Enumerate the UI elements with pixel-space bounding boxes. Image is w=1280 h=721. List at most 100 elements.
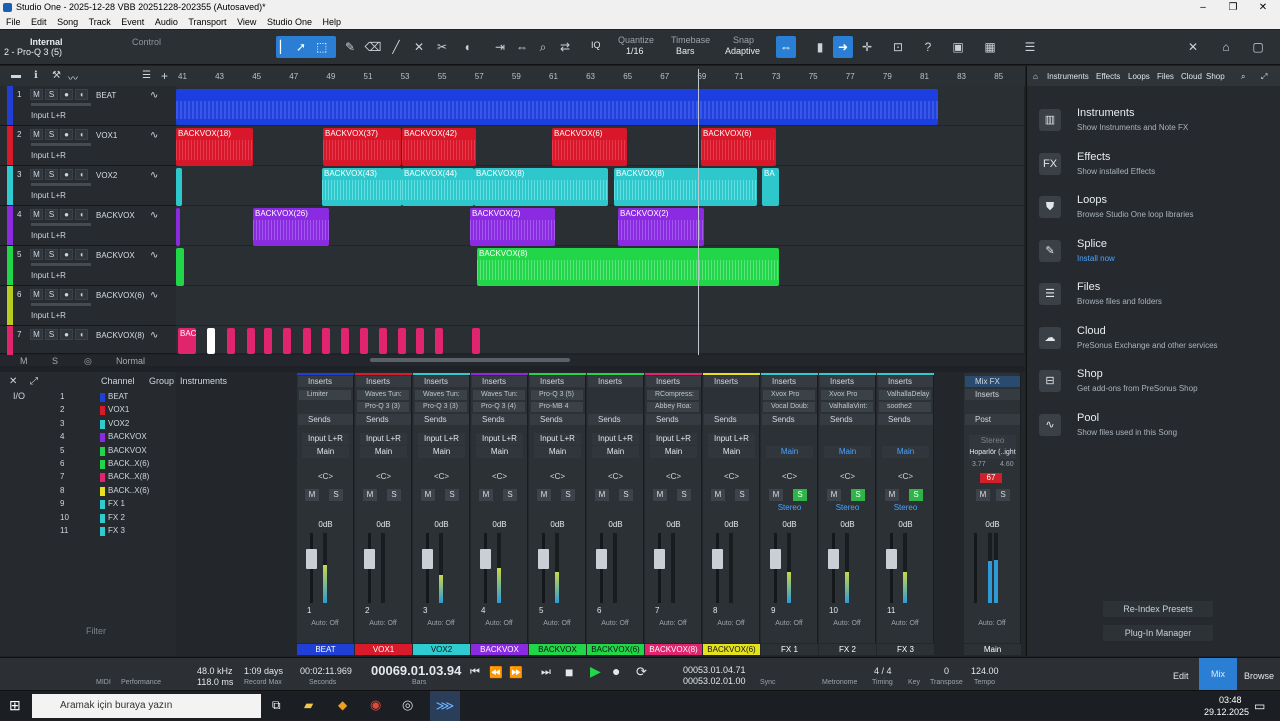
mute-button[interactable]: M	[653, 489, 667, 501]
menu-view[interactable]: View	[237, 17, 256, 27]
mute-button[interactable]: M	[30, 129, 43, 140]
pencil-tool-icon[interactable]: ✎	[340, 36, 360, 58]
solo-button[interactable]: S	[387, 489, 401, 501]
footer-s[interactable]: S	[52, 356, 58, 366]
clip[interactable]: BACKVOX(26)	[253, 208, 329, 246]
solo-button[interactable]: S	[45, 89, 58, 100]
mute-button[interactable]: M	[421, 489, 435, 501]
mute-button[interactable]: M	[30, 249, 43, 260]
clip[interactable]	[176, 168, 182, 206]
forward-icon[interactable]: ⏩	[509, 666, 523, 679]
tab-cloud[interactable]: Cloud	[1181, 72, 1202, 81]
solo-button[interactable]: S	[45, 289, 58, 300]
inserts-header[interactable]: Inserts	[472, 376, 527, 387]
track-volume-fader[interactable]	[31, 183, 91, 186]
insert-plugin[interactable]: Waves Tun:	[357, 390, 409, 400]
main-fader-track[interactable]	[974, 533, 977, 603]
insert-plugin[interactable]: Vocal Doub:	[763, 402, 815, 412]
paint-tool-icon[interactable]: ╱	[386, 36, 406, 58]
horizontal-scrollbar[interactable]	[370, 358, 570, 362]
footer-m[interactable]: M	[20, 356, 28, 366]
solo-button[interactable]: S	[503, 489, 517, 501]
sync-control[interactable]: Control	[132, 37, 161, 47]
close-mixer-icon[interactable]: ✕	[9, 376, 17, 387]
track-name[interactable]: BACKVOX(6)	[96, 291, 144, 300]
loop-icon[interactable]: ⟳	[636, 664, 647, 680]
track-volume-fader[interactable]	[31, 223, 91, 226]
strip-label[interactable]: BACKVOX(8)	[645, 644, 702, 655]
track-name[interactable]: BEAT	[96, 91, 116, 100]
track-header[interactable]: 1 M S ● ◖ BEAT ∿ Input L+R	[0, 86, 176, 126]
volume-db[interactable]: 0dB	[819, 520, 876, 529]
main-output-device[interactable]: Hoparlör (..ight	[969, 447, 1016, 459]
menu-song[interactable]: Song	[57, 17, 78, 27]
solo-button[interactable]: S	[45, 169, 58, 180]
mute-tool-icon[interactable]: ✕	[409, 36, 429, 58]
inserts-header[interactable]: Inserts	[820, 376, 875, 387]
clip[interactable]: BACKVOX(43)	[322, 168, 402, 206]
wrench-icon[interactable]: ⚒	[52, 70, 61, 81]
track-header[interactable]: 7 M S ● ◖ BACKVOX(8) ∿	[0, 326, 176, 365]
output-select[interactable]: Main	[418, 446, 465, 458]
channel-name[interactable]: VOX1	[108, 405, 129, 414]
clip[interactable]	[176, 248, 184, 286]
sends-header[interactable]: Sends	[356, 414, 411, 425]
snap-value[interactable]: Adaptive	[725, 46, 760, 56]
monitor-icon[interactable]: ◖	[75, 129, 88, 140]
strip-label[interactable]: BACKVOX(6)	[703, 644, 760, 655]
stereo-mode[interactable]: Stereo	[883, 503, 928, 514]
main-stereo[interactable]: Stereo	[969, 435, 1016, 447]
clip[interactable]: BACKVOX(18)	[176, 128, 253, 166]
clip[interactable]: BACKVOX(37)	[323, 128, 401, 166]
pan-control[interactable]: <C>	[825, 472, 870, 483]
clip[interactable]: BACKVOX(6)	[701, 128, 776, 166]
focus-plugin[interactable]: 2 - Pro-Q 3 (5)	[4, 47, 62, 57]
audio-bend-icon[interactable]: ⇄	[555, 36, 575, 58]
volume-db[interactable]: 0dB	[471, 520, 528, 529]
browser-expand-icon[interactable]: ⤢	[1261, 72, 1267, 82]
strip-label[interactable]: BACKVOX	[529, 644, 586, 655]
range-tool-icon[interactable]: ⬚	[316, 36, 327, 58]
quantize-value[interactable]: 1/16	[626, 46, 644, 56]
automation-mode[interactable]: Auto: Off	[419, 620, 463, 627]
windows-start-icon[interactable]: ⊞	[9, 697, 21, 714]
insert-plugin[interactable]: Abbey Roa:	[647, 402, 699, 412]
output-select[interactable]: Main	[650, 446, 697, 458]
record-arm-icon[interactable]: ●	[60, 329, 73, 340]
monitor-icon[interactable]: ◖	[75, 209, 88, 220]
strip-label[interactable]: FX 1	[761, 644, 818, 655]
tab-loops[interactable]: Loops	[1128, 72, 1150, 81]
record-arm-icon[interactable]: ●	[60, 209, 73, 220]
mute-button[interactable]: M	[885, 489, 899, 501]
track-name[interactable]: BACKVOX(8)	[96, 331, 144, 340]
minimize-icon[interactable]: –	[1188, 0, 1218, 15]
input-select[interactable]: Input L+R	[592, 433, 639, 445]
stereo-mode[interactable]: Stereo	[825, 503, 870, 514]
browser-item-instruments[interactable]: ▥ Instruments Show Instruments and Note FX	[1039, 106, 1269, 146]
key-label[interactable]: Key	[908, 679, 920, 686]
stereo-mode[interactable]: Stereo	[767, 503, 812, 514]
record-arm-icon[interactable]: ●	[60, 89, 73, 100]
taskbar-search[interactable]: Aramak için buraya yazın	[32, 694, 261, 718]
plugin-manager-button[interactable]: Plug-In Manager	[1103, 625, 1213, 641]
input-select[interactable]: Input L+R	[476, 433, 523, 445]
mute-button[interactable]: M	[30, 209, 43, 220]
volume-db[interactable]: 0dB	[877, 520, 934, 529]
insert-plugin[interactable]: Xvox Pro	[821, 390, 873, 400]
clip[interactable]	[435, 328, 443, 354]
grid-view-icon[interactable]: ▦	[980, 36, 1000, 58]
window-icon[interactable]: ▢	[1248, 36, 1268, 58]
clip[interactable]: BACKVOX(8)	[614, 168, 757, 206]
inspector-icon[interactable]: ℹ	[34, 70, 38, 81]
volume-fader-cap[interactable]	[712, 549, 723, 569]
automation-mode[interactable]: Auto: Off	[709, 620, 753, 627]
app-icon[interactable]: ◆	[338, 698, 347, 712]
browse-view-button[interactable]: Browse	[1244, 671, 1274, 681]
automation-mode[interactable]: Auto: Off	[767, 620, 811, 627]
main-solo-button[interactable]: S	[996, 489, 1010, 501]
task-view-icon[interactable]: ⧉	[272, 698, 281, 713]
track-volume-fader[interactable]	[31, 263, 91, 266]
track-header[interactable]: 3 M S ● ◖ VOX2 ∿ Input L+R	[0, 166, 176, 206]
pan-control[interactable]: <C>	[303, 472, 348, 483]
time-seconds[interactable]: 00:02:11.969	[300, 666, 352, 676]
